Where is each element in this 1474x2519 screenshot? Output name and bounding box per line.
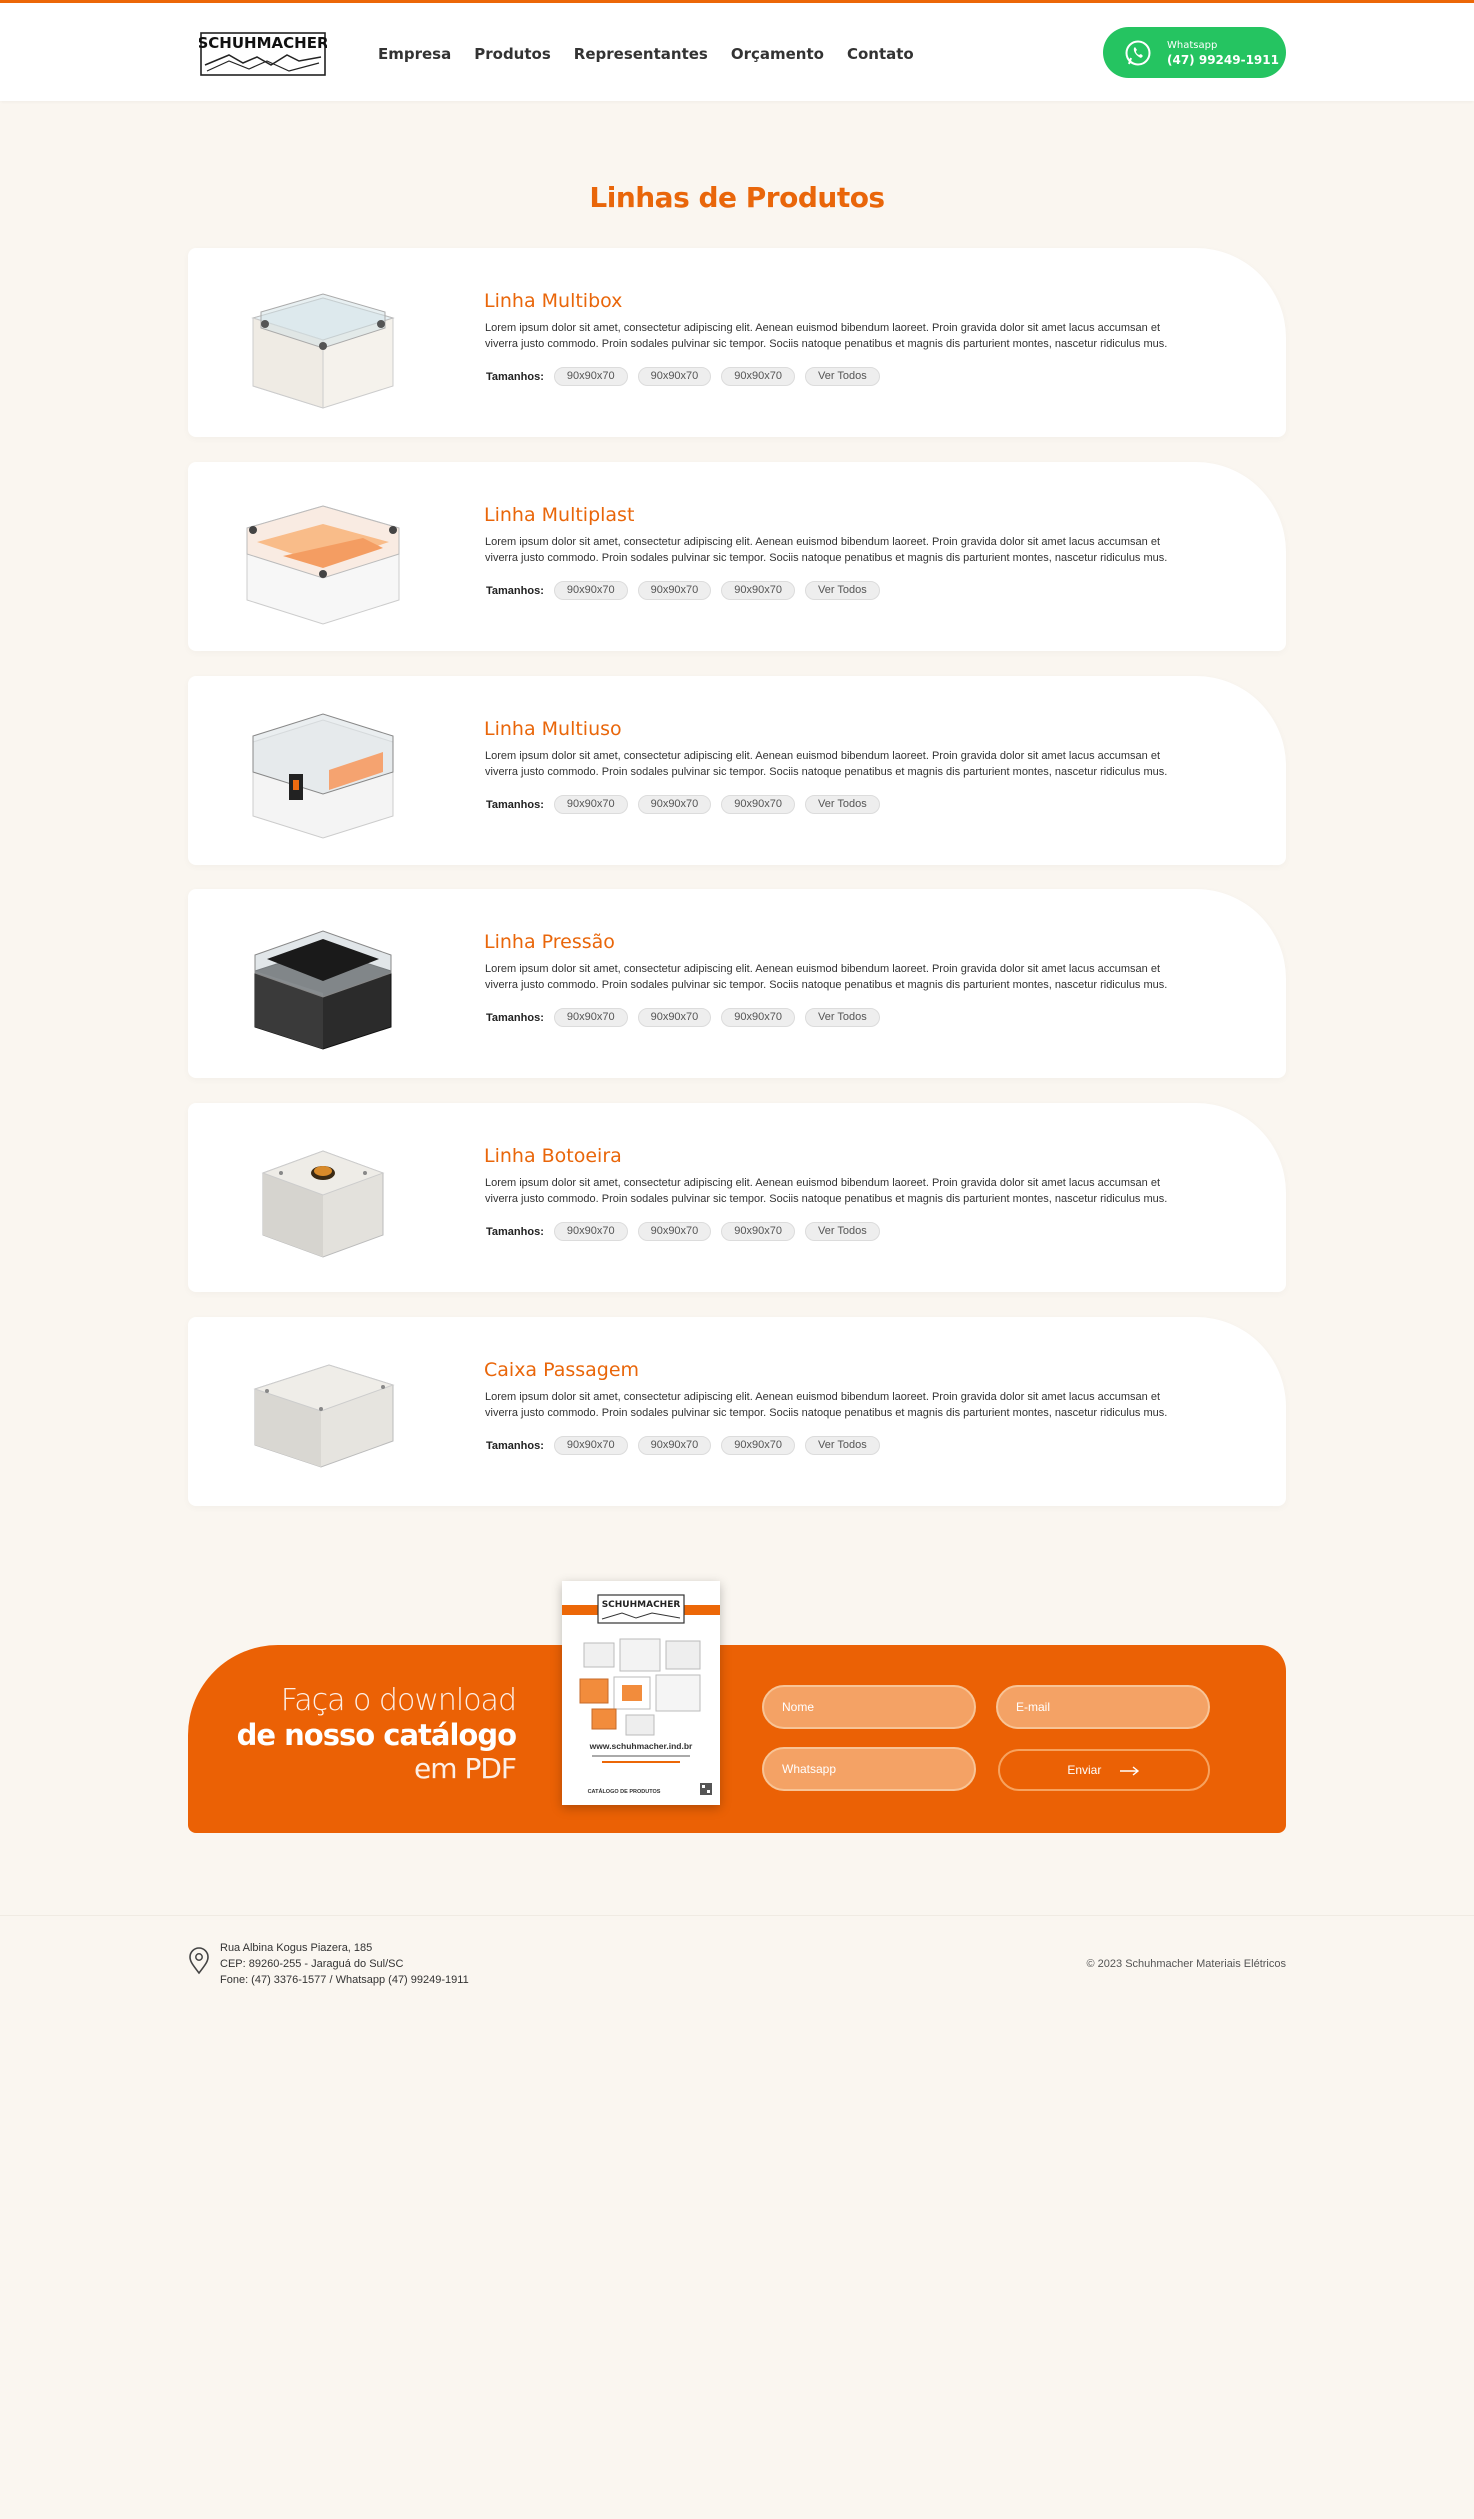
main-nav: Empresa Produtos Representantes Orçament…	[378, 45, 937, 63]
email-field[interactable]: E-mail	[996, 1685, 1210, 1729]
size-tag[interactable]: 90x90x70	[553, 1436, 628, 1455]
sizes-row: Tamanhos: 90x90x70 90x90x70 90x90x70 Ver Tod…	[486, 795, 890, 814]
whatsapp-field[interactable]: Whatsapp	[762, 1747, 976, 1791]
site-header: SCHUHMACHER Empresa Produtos Representan…	[0, 0, 1474, 101]
size-tag[interactable]: 90x90x70	[721, 795, 796, 814]
schuhmacher-logo[interactable]: SCHUHMACHER	[199, 27, 327, 79]
product-card[interactable]: Caixa Passagem Lorem ipsum dolor sit amet…	[188, 1317, 1286, 1506]
address-phone: Fone: (47) 3376-1577 / Whatsapp (47) 992…	[220, 1974, 469, 1986]
size-tag[interactable]: 90x90x70	[637, 367, 712, 386]
catalog-heading: Faça o download de nosso catálogo em PDF	[236, 1683, 517, 1785]
sizes-label: Tamanhos:	[486, 798, 544, 811]
sizes-row: Tamanhos: 90x90x70 90x90x70 90x90x70 Ver Tod…	[486, 581, 890, 600]
size-tag[interactable]: 90x90x70	[553, 1008, 628, 1027]
size-tag[interactable]: 90x90x70	[637, 1222, 712, 1241]
footer-address: Rua Albina Kogus Piazera, 185 CEP: 89260…	[220, 1940, 469, 1988]
product-card[interactable]: Linha Multiuso Lorem ipsum dolor sit amet…	[188, 676, 1286, 865]
page-title: Linhas de Produtos	[589, 181, 885, 214]
product-card[interactable]: Linha Multiplast Lorem ipsum dolor sit am…	[188, 462, 1286, 651]
address-cep: CEP: 89260-255 - Jaraguá do Sul/SC	[220, 1958, 404, 1970]
catalog-line-2: de nosso catálogo	[236, 1718, 517, 1752]
arrow-right-icon	[1119, 1766, 1139, 1776]
sizes-label: Tamanhos:	[486, 370, 544, 383]
clear-lid-box-icon[interactable]	[233, 268, 413, 416]
size-tag[interactable]: 90x90x70	[637, 1436, 712, 1455]
product-description: Lorem ipsum dolor sit amet, consectetur …	[485, 750, 1168, 778]
product-title[interactable]: Linha Multiplast	[484, 504, 634, 526]
orange-insert-box-icon[interactable]	[233, 482, 413, 630]
size-tag[interactable]: 90x90x70	[637, 581, 712, 600]
catalog-banner: Faça o download de nosso catálogo em PDF	[188, 1645, 1286, 1833]
whatsapp-icon	[1125, 40, 1151, 66]
size-tag[interactable]: 90x90x70	[721, 581, 796, 600]
size-tag[interactable]: 90x90x70	[721, 1222, 796, 1241]
product-title[interactable]: Linha Botoeira	[484, 1145, 622, 1167]
view-all-tag[interactable]: Ver Todos	[805, 581, 880, 600]
nav-empresa[interactable]: Empresa	[378, 45, 451, 63]
nav-orcamento[interactable]: Orçamento	[731, 45, 824, 63]
cover-footer: CATÁLOGO DE PRODUTOS	[588, 1788, 661, 1795]
sizes-label: Tamanhos:	[486, 584, 544, 597]
product-card[interactable]: Linha Multibox Lorem ipsum dolor sit amet…	[188, 248, 1286, 437]
sizes-row: Tamanhos: 90x90x70 90x90x70 90x90x70 Ver Tod…	[486, 367, 890, 386]
sizes-label: Tamanhos:	[486, 1439, 544, 1452]
view-all-tag[interactable]: Ver Todos	[805, 367, 880, 386]
view-all-tag[interactable]: Ver Todos	[805, 1008, 880, 1027]
nav-produtos[interactable]: Produtos	[474, 45, 551, 63]
product-description: Lorem ipsum dolor sit amet, consectetur …	[485, 1177, 1168, 1205]
junction-box-icon[interactable]	[233, 1337, 413, 1485]
view-all-tag[interactable]: Ver Todos	[805, 1436, 880, 1455]
nav-contato[interactable]: Contato	[847, 45, 914, 63]
sizes-label: Tamanhos:	[486, 1225, 544, 1238]
catalog-line-3: em PDF	[414, 1752, 517, 1785]
location-pin-icon	[189, 1947, 209, 1975]
sizes-row: Tamanhos: 90x90x70 90x90x70 90x90x70 Ver Tod…	[486, 1436, 890, 1455]
view-all-tag[interactable]: Ver Todos	[805, 1222, 880, 1241]
size-tag[interactable]: 90x90x70	[637, 795, 712, 814]
size-tag[interactable]: 90x90x70	[553, 1222, 628, 1241]
cover-site: www.schuhmacher.ind.br	[589, 1741, 693, 1751]
size-tag[interactable]: 90x90x70	[721, 367, 796, 386]
name-field[interactable]: Nome	[762, 1685, 976, 1729]
copyright: © 2023 Schuhmacher Materiais Elétricos	[1086, 1958, 1286, 1970]
product-title[interactable]: Linha Pressão	[484, 931, 615, 953]
view-all-tag[interactable]: Ver Todos	[805, 795, 880, 814]
size-tag[interactable]: 90x90x70	[553, 367, 628, 386]
sizes-row: Tamanhos: 90x90x70 90x90x70 90x90x70 Ver Tod…	[486, 1222, 890, 1241]
product-description: Lorem ipsum dolor sit amet, consectetur …	[485, 536, 1168, 564]
product-card[interactable]: Linha Pressão Lorem ipsum dolor sit amet,…	[188, 889, 1286, 1078]
size-tag[interactable]: 90x90x70	[721, 1008, 796, 1027]
button-box-icon[interactable]	[233, 1123, 413, 1271]
size-tag[interactable]: 90x90x70	[721, 1436, 796, 1455]
catalog-line-1: Faça o download	[280, 1683, 517, 1718]
catalog-cover-graphic: SCHUHMACHER www.schuhmacher.ind.br CATÁL…	[562, 1581, 720, 1805]
sizes-row: Tamanhos: 90x90x70 90x90x70 90x90x70 Ver Tod…	[486, 1008, 890, 1027]
size-tag[interactable]: 90x90x70	[637, 1008, 712, 1027]
product-description: Lorem ipsum dolor sit amet, consectetur …	[485, 1391, 1168, 1419]
sizes-label: Tamanhos:	[486, 1011, 544, 1024]
size-tag[interactable]: 90x90x70	[553, 581, 628, 600]
product-title[interactable]: Caixa Passagem	[484, 1359, 639, 1381]
send-button[interactable]: Enviar	[998, 1749, 1210, 1791]
address-street: Rua Albina Kogus Piazera, 185	[220, 1942, 373, 1954]
cover-brand: SCHUHMACHER	[602, 1600, 681, 1610]
product-title[interactable]: Linha Multibox	[484, 290, 622, 312]
whatsapp-label: Whatsapp	[1167, 40, 1218, 51]
product-card[interactable]: Linha Botoeira Lorem ipsum dolor sit amet…	[188, 1103, 1286, 1292]
nav-representantes[interactable]: Representantes	[574, 45, 708, 63]
logo-text: SCHUHMACHER	[199, 34, 327, 52]
latched-clear-box-icon[interactable]	[233, 696, 413, 844]
send-button-label: Enviar	[1067, 1763, 1102, 1777]
product-title[interactable]: Linha Multiuso	[484, 718, 622, 740]
black-box-icon[interactable]	[233, 909, 413, 1057]
whatsapp-button[interactable]: Whatsapp (47) 99249-1911	[1103, 27, 1286, 78]
site-footer	[0, 1915, 1474, 2519]
catalog-cover-image[interactable]: SCHUHMACHER www.schuhmacher.ind.br CATÁL…	[562, 1581, 720, 1805]
whatsapp-number: (47) 99249-1911	[1167, 53, 1279, 67]
product-description: Lorem ipsum dolor sit amet, consectetur …	[485, 322, 1168, 350]
size-tag[interactable]: 90x90x70	[553, 795, 628, 814]
product-description: Lorem ipsum dolor sit amet, consectetur …	[485, 963, 1168, 991]
